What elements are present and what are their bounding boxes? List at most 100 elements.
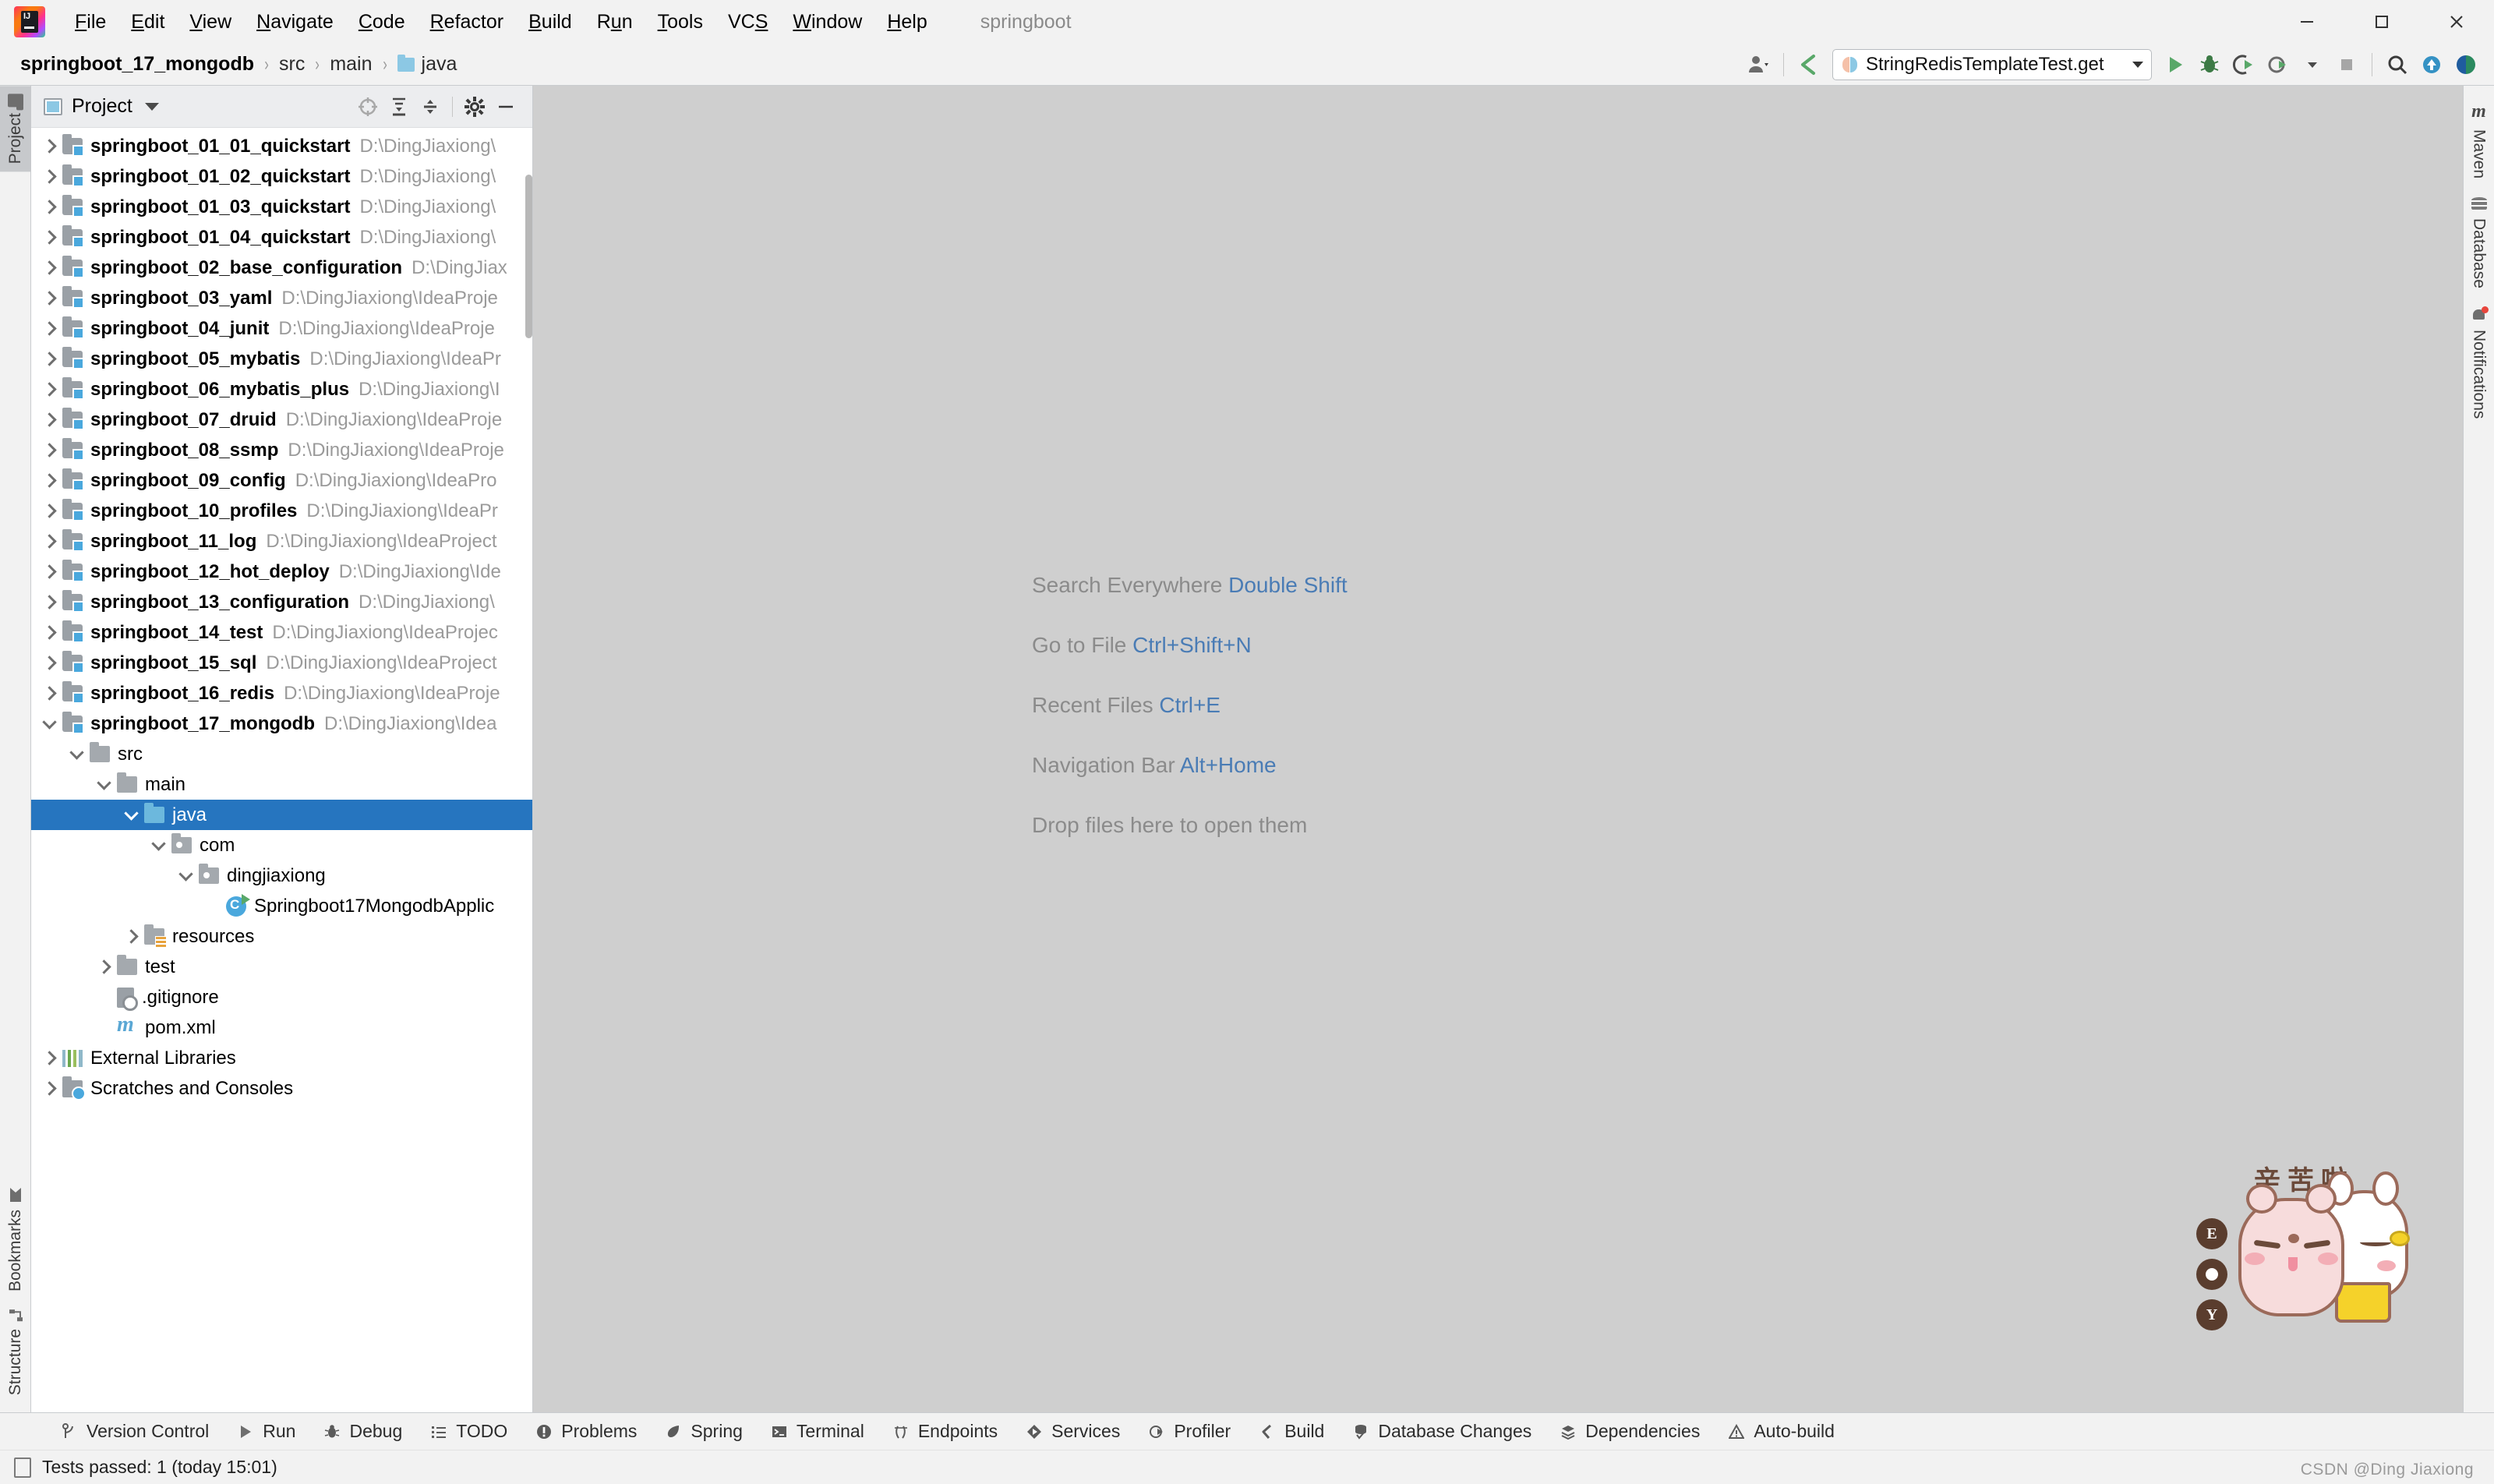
- tree-row[interactable]: resources: [31, 921, 532, 952]
- toolwindow-database-changes[interactable]: Database Changes: [1338, 1418, 1546, 1445]
- tree-row[interactable]: springboot_05_mybatis D:\DingJiaxiong\Ide…: [31, 344, 532, 374]
- user-account-icon[interactable]: [1741, 48, 1775, 82]
- search-icon[interactable]: [2380, 48, 2415, 82]
- maximize-icon[interactable]: [2344, 0, 2419, 44]
- chevron-right-icon[interactable]: [41, 1051, 57, 1065]
- tree-row[interactable]: springboot_07_druid D:\DingJiaxiong\IdeaP…: [31, 405, 532, 435]
- tree-row[interactable]: src: [31, 739, 532, 769]
- menu-build[interactable]: Build: [516, 8, 585, 37]
- chevron-right-icon[interactable]: [41, 382, 57, 397]
- chevron-right-icon[interactable]: [41, 230, 57, 245]
- chevron-right-icon[interactable]: [123, 929, 139, 944]
- menu-vcs[interactable]: VCS: [715, 8, 780, 37]
- run-with-coverage-button[interactable]: [2227, 48, 2261, 82]
- toolwindow-endpoints[interactable]: Endpoints: [878, 1418, 1012, 1445]
- tree-row[interactable]: springboot_01_03_quickstart D:\DingJiaxio…: [31, 192, 532, 222]
- toolwindow-dependencies[interactable]: Dependencies: [1546, 1418, 1714, 1445]
- chevron-down-icon[interactable]: [96, 775, 111, 790]
- chevron-right-icon[interactable]: [41, 595, 57, 610]
- minimize-icon[interactable]: [2270, 0, 2344, 44]
- collapse-all-button[interactable]: [415, 91, 446, 122]
- breadcrumb-java[interactable]: java: [393, 51, 462, 77]
- tree-row[interactable]: pom.xml: [31, 1012, 532, 1043]
- toolwindow-terminal[interactable]: Terminal: [757, 1418, 878, 1445]
- tree-row[interactable]: springboot_17_mongodb D:\DingJiaxiong\Ide…: [31, 708, 532, 739]
- tree-row[interactable]: test: [31, 952, 532, 982]
- tree-row[interactable]: main: [31, 769, 532, 800]
- stop-button[interactable]: [2330, 48, 2364, 82]
- tree-row[interactable]: springboot_16_redis D:\DingJiaxiong\IdeaP…: [31, 678, 532, 708]
- chevron-right-icon[interactable]: [41, 504, 57, 518]
- breadcrumb-src[interactable]: src: [274, 51, 309, 77]
- chevron-right-icon[interactable]: [41, 200, 57, 214]
- profile-dropdown-icon[interactable]: [2295, 48, 2330, 82]
- chevron-right-icon[interactable]: [41, 139, 57, 154]
- project-tree[interactable]: springboot_01_01_quickstart D:\DingJiaxio…: [31, 128, 532, 1412]
- sidebar-item-project[interactable]: Project: [0, 86, 31, 172]
- tree-row[interactable]: springboot_03_yaml D:\DingJiaxiong\IdeaPr…: [31, 283, 532, 313]
- chevron-right-icon[interactable]: [41, 625, 57, 640]
- chevron-right-icon[interactable]: [41, 412, 57, 427]
- tree-row[interactable]: springboot_04_junit D:\DingJiaxiong\IdeaP…: [31, 313, 532, 344]
- menu-file[interactable]: File: [62, 8, 118, 37]
- editor-area[interactable]: Search Everywhere Double Shift Go to Fil…: [533, 86, 2463, 1412]
- menu-code[interactable]: Code: [346, 8, 418, 37]
- assistant-icon[interactable]: [2449, 48, 2483, 82]
- chevron-right-icon[interactable]: [41, 655, 57, 670]
- chevron-right-icon[interactable]: [41, 564, 57, 579]
- tree-row[interactable]: springboot_01_02_quickstart D:\DingJiaxio…: [31, 161, 532, 192]
- gear-icon[interactable]: [459, 91, 490, 122]
- tree-scrollbar[interactable]: [525, 175, 532, 338]
- chevron-right-icon[interactable]: [96, 959, 111, 974]
- chevron-down-icon[interactable]: [2132, 62, 2143, 68]
- menu-refactor[interactable]: Refactor: [418, 8, 517, 37]
- toolwindow-run[interactable]: Run: [223, 1418, 309, 1445]
- tree-row[interactable]: springboot_14_test D:\DingJiaxiong\IdeaPr…: [31, 617, 532, 648]
- menu-help[interactable]: Help: [874, 8, 939, 37]
- sidebar-item-database[interactable]: Database: [2464, 188, 2494, 298]
- profile-button[interactable]: [2261, 48, 2295, 82]
- chevron-right-icon[interactable]: [41, 260, 57, 275]
- chevron-down-icon[interactable]: [150, 836, 166, 851]
- tree-row[interactable]: springboot_01_01_quickstart D:\DingJiaxio…: [31, 131, 532, 161]
- chevron-right-icon[interactable]: [41, 291, 57, 306]
- chevron-down-icon[interactable]: [69, 744, 84, 760]
- chevron-right-icon[interactable]: [41, 1081, 57, 1096]
- menu-edit[interactable]: Edit: [118, 8, 177, 37]
- run-button[interactable]: [2158, 48, 2192, 82]
- tree-row[interactable]: springboot_06_mybatis_plus D:\DingJiaxion…: [31, 374, 532, 405]
- expand-all-button[interactable]: [383, 91, 415, 122]
- tree-row[interactable]: Springboot17MongodbApplic: [31, 891, 532, 921]
- tree-row[interactable]: springboot_11_log D:\DingJiaxiong\IdeaPro…: [31, 526, 532, 556]
- menu-view[interactable]: View: [177, 8, 244, 37]
- tree-row[interactable]: springboot_15_sql D:\DingJiaxiong\IdeaPro…: [31, 648, 532, 678]
- toolwindow-build[interactable]: Build: [1245, 1418, 1338, 1445]
- toolwindow-version-control[interactable]: Version Control: [47, 1418, 223, 1445]
- chevron-right-icon[interactable]: [41, 352, 57, 366]
- toolwindow-profiler[interactable]: Profiler: [1134, 1418, 1245, 1445]
- toolwindow-services[interactable]: Services: [1012, 1418, 1134, 1445]
- chevron-down-icon[interactable]: [178, 866, 193, 882]
- chevron-right-icon[interactable]: [41, 443, 57, 458]
- vcs-update-button[interactable]: [2415, 48, 2449, 82]
- chevron-right-icon[interactable]: [41, 686, 57, 701]
- hide-panel-button[interactable]: [490, 91, 521, 122]
- menu-navigate[interactable]: Navigate: [244, 8, 346, 37]
- breadcrumb-main[interactable]: main: [325, 51, 376, 77]
- tree-row[interactable]: .gitignore: [31, 982, 532, 1012]
- chevron-right-icon[interactable]: [41, 534, 57, 549]
- toolwindow-spring[interactable]: Spring: [651, 1418, 756, 1445]
- tree-row[interactable]: springboot_02_base_configuration D:\DingJ…: [31, 253, 532, 283]
- sidebar-item-bookmarks[interactable]: Bookmarks: [0, 1178, 31, 1299]
- toolwindow-auto-build[interactable]: Auto-build: [1714, 1418, 1849, 1445]
- tree-row[interactable]: springboot_08_ssmp D:\DingJiaxiong\IdeaPr…: [31, 435, 532, 465]
- debug-button[interactable]: [2192, 48, 2227, 82]
- tree-row[interactable]: springboot_10_profiles D:\DingJiaxiong\Id…: [31, 496, 532, 526]
- select-opened-file-button[interactable]: [352, 91, 383, 122]
- tree-row[interactable]: External Libraries: [31, 1043, 532, 1073]
- toolwindow-problems[interactable]: Problems: [521, 1418, 651, 1445]
- tree-row[interactable]: springboot_09_config D:\DingJiaxiong\Idea…: [31, 465, 532, 496]
- tree-row[interactable]: springboot_13_configuration D:\DingJiaxio…: [31, 587, 532, 617]
- tree-row[interactable]: springboot_12_hot_deploy D:\DingJiaxiong\…: [31, 556, 532, 587]
- tree-row[interactable]: springboot_01_04_quickstart D:\DingJiaxio…: [31, 222, 532, 253]
